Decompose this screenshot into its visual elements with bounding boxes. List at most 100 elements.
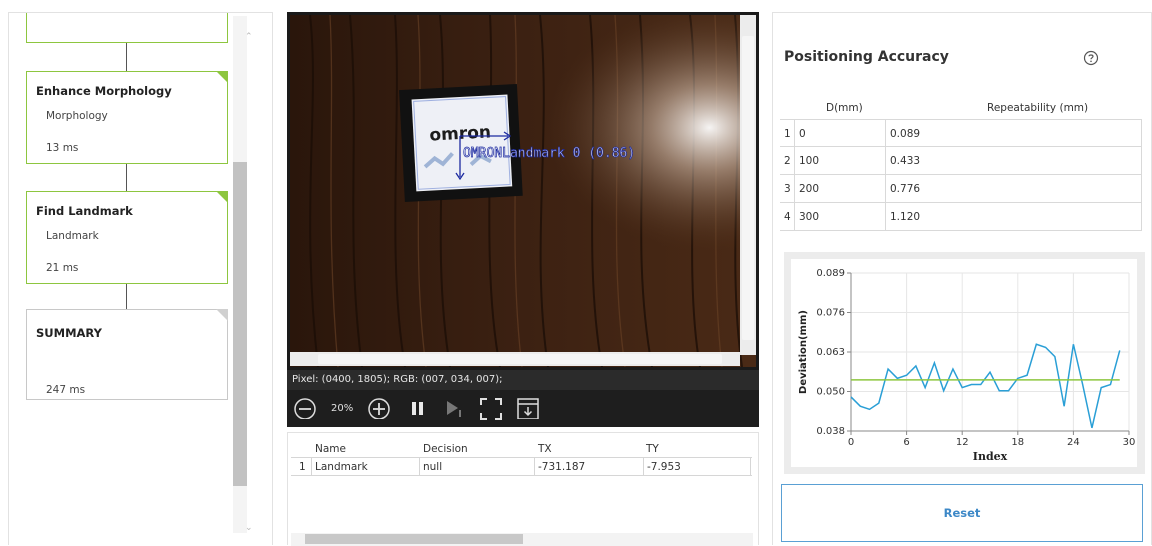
column-divider	[1141, 203, 1142, 230]
pause-icon[interactable]	[411, 401, 425, 423]
viewer-hscroll-thumb[interactable]	[318, 354, 722, 364]
card-time: 13 ms	[46, 142, 79, 154]
pixel-info-bar: Pixel: (0400, 1805); RGB: (007, 034, 007…	[287, 370, 759, 390]
x-tick-label: 24	[1067, 437, 1080, 448]
image-viewer[interactable]: omron OMRONLandmark 0 (0.86)	[287, 12, 759, 370]
zoom-in-icon[interactable]	[367, 397, 391, 419]
deviation-series-line	[850, 343, 1121, 429]
y-axis-label: Deviation(mm)	[798, 310, 809, 394]
column-divider	[794, 147, 795, 174]
card-title: Enhance Morphology	[36, 84, 172, 98]
card-time: 21 ms	[46, 262, 79, 274]
card-corner-marker	[216, 71, 228, 83]
flow-connector	[126, 164, 127, 191]
column-divider	[794, 175, 795, 202]
flow-card-summary[interactable]: SUMMARY 247 ms	[26, 309, 228, 400]
row-index: 1	[299, 461, 306, 473]
x-tick-label: 0	[848, 437, 854, 448]
cell-repeatability: 0.433	[890, 155, 921, 167]
card-subtitle: Landmark	[46, 230, 99, 242]
cell-repeatability: 0.776	[890, 183, 921, 195]
panel-title: Positioning Accuracy	[784, 49, 949, 65]
cell-d: 100	[799, 155, 820, 167]
y-tick-label: 0.063	[816, 347, 845, 358]
results-table: Name Decision TX TY 1 Landmark null -731…	[287, 432, 759, 546]
column-header-repeatability: Repeatability (mm)	[987, 102, 1089, 114]
row-index: 3	[784, 183, 791, 195]
scroll-down-icon[interactable]: ⌄	[245, 523, 253, 533]
x-tick-label: 12	[956, 437, 969, 448]
cell-repeatability: 0.089	[890, 128, 921, 140]
viewer-toolbar: 20%	[287, 390, 759, 427]
x-tick-label: 18	[1011, 437, 1024, 448]
card-corner-marker	[216, 191, 228, 203]
flow-connector	[126, 43, 127, 71]
cell-d: 300	[799, 211, 820, 223]
column-divider	[885, 203, 886, 230]
pixel-info-text: Pixel: (0400, 1805); RGB: (007, 034, 007…	[292, 374, 503, 385]
column-divider	[534, 458, 535, 475]
card-title: SUMMARY	[36, 326, 102, 340]
row-index: 2	[784, 155, 791, 167]
cell-ty: -7.953	[647, 461, 681, 473]
y-tick-label: 0.089	[816, 268, 845, 279]
column-divider	[794, 120, 795, 147]
save-image-icon[interactable]	[516, 397, 540, 419]
column-divider	[419, 458, 420, 475]
x-tick-label: 30	[1123, 437, 1136, 448]
scroll-up-icon[interactable]: ⌃	[245, 32, 253, 42]
zoom-level: 20%	[331, 403, 354, 414]
table-row[interactable]: 3 200 0.776	[780, 175, 1142, 203]
results-header-tx: TX	[538, 443, 552, 455]
deviation-chart: 0.089 0.076 0.063 0.050 0.0380 6 12 18 24 30 Index…	[798, 268, 1136, 463]
card-subtitle: Morphology	[46, 110, 108, 122]
column-divider	[750, 458, 751, 475]
column-divider	[1141, 147, 1142, 174]
fit-screen-icon[interactable]	[480, 398, 502, 420]
column-divider	[1141, 175, 1142, 202]
results-header-name: Name	[315, 443, 346, 455]
y-tick-label: 0.050	[816, 387, 845, 398]
column-divider	[885, 120, 886, 147]
flow-scrollbar-thumb[interactable]	[233, 162, 247, 486]
cell-repeatability: 1.120	[890, 211, 921, 223]
help-icon[interactable]	[1083, 50, 1099, 66]
results-hscroll-thumb[interactable]	[305, 534, 523, 544]
viewer-vscroll-thumb[interactable]	[742, 36, 754, 340]
column-divider	[311, 458, 312, 475]
row-index: 1	[784, 128, 791, 140]
column-header-d: D(mm)	[826, 102, 863, 114]
x-tick-label: 6	[903, 437, 909, 448]
cell-decision: null	[423, 461, 443, 473]
flow-card-previous[interactable]	[26, 13, 228, 43]
flow-card-enhance-morphology[interactable]: Enhance Morphology Morphology 13 ms	[26, 71, 228, 164]
column-divider	[794, 203, 795, 230]
y-tick-label: 0.076	[816, 308, 845, 319]
y-tick-label: 0.038	[816, 426, 845, 437]
flow-card-find-landmark[interactable]: Find Landmark Landmark 21 ms	[26, 191, 228, 284]
column-divider	[1141, 120, 1142, 147]
table-row[interactable]: 1 Landmark null -731.187 -7.953	[291, 457, 752, 476]
table-row[interactable]: 2 100 0.433	[780, 147, 1142, 175]
cell-name: Landmark	[315, 461, 368, 473]
table-row[interactable]: 4 300 1.120	[780, 203, 1142, 231]
card-corner-marker	[216, 309, 228, 321]
cell-tx: -731.187	[538, 461, 586, 473]
reset-button[interactable]: Reset	[781, 484, 1143, 542]
row-index: 4	[784, 211, 791, 223]
results-header-ty: TY	[646, 443, 659, 455]
landmark-overlay-label: OMRONLandmark 0 (0.86)	[463, 146, 635, 161]
cell-d: 200	[799, 183, 820, 195]
column-divider	[885, 175, 886, 202]
results-header-decision: Decision	[423, 443, 468, 455]
card-title: Find Landmark	[36, 204, 133, 218]
zoom-out-icon[interactable]	[293, 397, 317, 419]
x-axis-label: Index	[973, 450, 1008, 463]
card-time: 247 ms	[46, 384, 86, 396]
cell-d: 0	[799, 128, 806, 140]
column-divider	[885, 147, 886, 174]
table-row[interactable]: 1 0 0.089	[780, 119, 1142, 147]
step-forward-icon[interactable]	[445, 399, 463, 421]
column-divider	[643, 458, 644, 475]
flow-connector	[126, 284, 127, 309]
